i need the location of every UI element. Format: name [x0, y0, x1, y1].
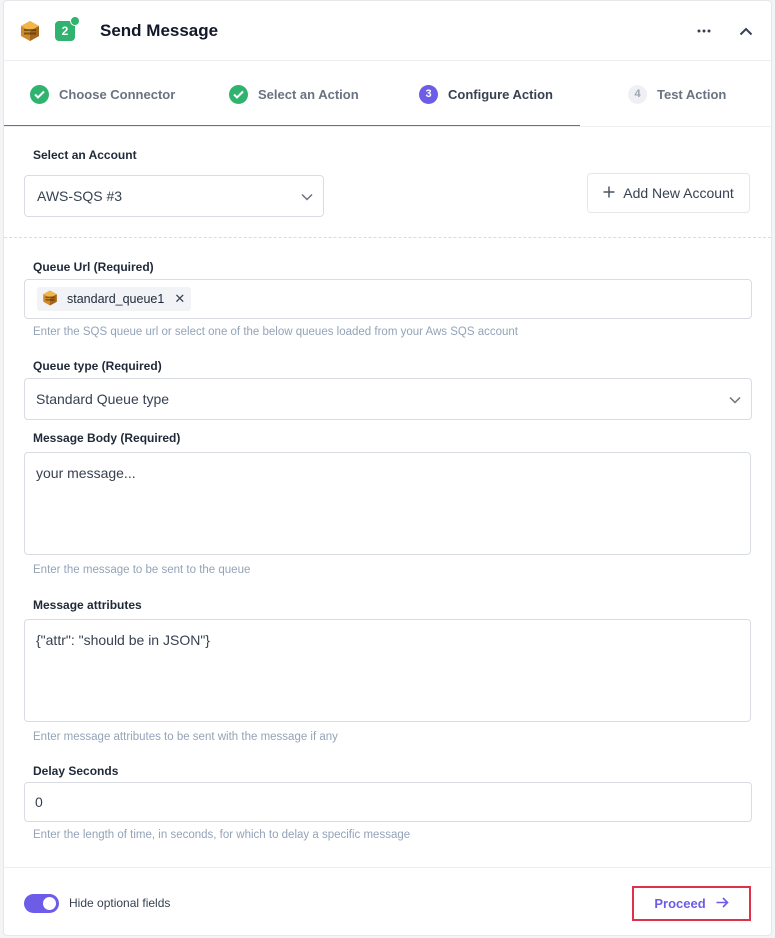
close-icon[interactable]: ✕ [174, 291, 185, 307]
aws-sqs-logo-icon [18, 19, 42, 43]
add-new-account-label: Add New Account [623, 185, 734, 201]
step-label: Select an Action [258, 86, 359, 102]
check-circle-icon [30, 84, 49, 104]
aws-sqs-icon [41, 289, 59, 310]
queue-type-label: Queue type (Required) [33, 359, 162, 373]
badge-check-icon [70, 16, 80, 26]
chevron-down-icon [729, 391, 741, 407]
card-header: 2 Send Message [4, 1, 771, 61]
step-number-badge: 2 [55, 16, 80, 41]
queue-chip: standard_queue1 ✕ [37, 287, 192, 311]
tab-select-action[interactable]: Select an Action [229, 61, 359, 127]
queue-url-input[interactable]: standard_queue1 ✕ [24, 279, 752, 319]
active-step-underline [4, 125, 580, 126]
send-message-card: 2 Send Message Choose Connector Select a… [3, 0, 772, 936]
chevron-down-icon [301, 188, 313, 204]
page-title: Send Message [100, 21, 219, 40]
message-attributes-textarea[interactable]: {"attr": "should be in JSON"} [24, 619, 751, 722]
proceed-label: Proceed [654, 896, 706, 911]
message-attributes-label: Message attributes [33, 598, 142, 612]
proceed-button[interactable]: Proceed [632, 886, 751, 921]
hide-optional-fields-toggle[interactable] [24, 894, 59, 913]
queue-chip-label: standard_queue1 [67, 292, 165, 306]
account-label: Select an Account [33, 148, 137, 162]
delay-seconds-input[interactable]: 0 [24, 782, 752, 822]
queue-url-help: Enter the SQS queue url or select one of… [33, 326, 518, 338]
toggle-knob [43, 897, 56, 910]
hide-optional-fields-label: Hide optional fields [69, 896, 171, 910]
account-select-value: AWS-SQS #3 [37, 188, 123, 204]
queue-type-value: Standard Queue type [36, 391, 170, 407]
plus-icon [603, 185, 615, 201]
check-circle-icon [229, 84, 248, 104]
step-label: Configure Action [448, 86, 553, 102]
tab-configure-action[interactable]: 3 Configure Action [419, 61, 553, 127]
step-label: Test Action [657, 86, 727, 102]
chevron-up-icon[interactable] [734, 19, 758, 43]
more-options-icon[interactable] [692, 19, 716, 43]
message-attributes-help: Enter message attributes to be sent with… [33, 731, 338, 743]
queue-type-select[interactable]: Standard Queue type [24, 378, 752, 420]
step-number-circle: 3 [419, 84, 438, 104]
section-divider [4, 237, 771, 238]
tab-test-action[interactable]: 4 Test Action [628, 61, 726, 127]
queue-url-label: Queue Url (Required) [33, 260, 154, 274]
add-new-account-button[interactable]: Add New Account [587, 173, 750, 213]
message-body-label: Message Body (Required) [33, 431, 181, 445]
footer-divider [4, 867, 771, 868]
step-label: Choose Connector [59, 86, 176, 102]
step-number-circle: 4 [628, 84, 647, 104]
arrow-right-icon [716, 896, 729, 911]
message-body-help: Enter the message to be sent to the queu… [33, 564, 251, 576]
message-body-textarea[interactable]: your message... [24, 452, 751, 555]
step-tabs: Choose Connector Select an Action 3 Conf… [4, 61, 771, 127]
delay-seconds-help: Enter the length of time, in seconds, fo… [33, 829, 411, 841]
account-select[interactable]: AWS-SQS #3 [24, 175, 324, 217]
tab-choose-connector[interactable]: Choose Connector [30, 61, 175, 127]
delay-seconds-label: Delay Seconds [33, 764, 119, 778]
